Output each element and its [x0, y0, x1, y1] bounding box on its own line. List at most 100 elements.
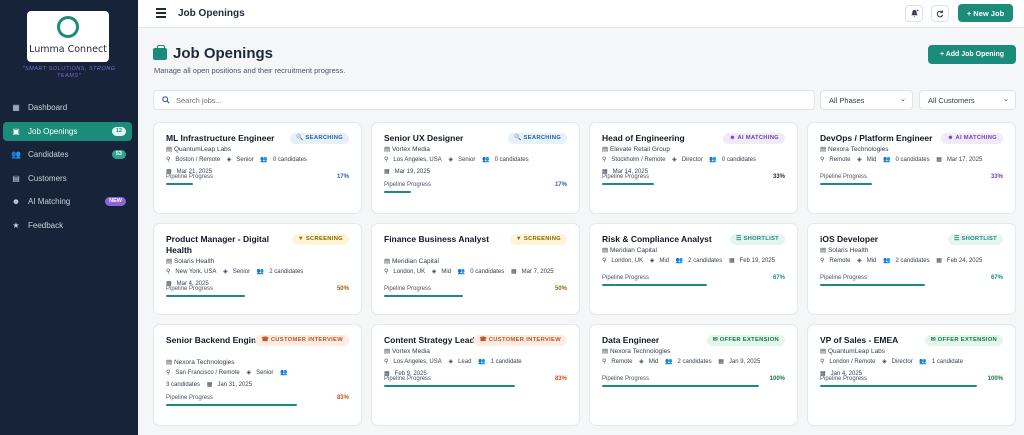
pipeline-value: 83	[554, 376, 562, 382]
job-meta: ⚲ Remote ◈ Mid 👥 2 candidates ▦ Feb 24, 2025	[820, 255, 1010, 267]
status-badge: ▼ SCREENING	[291, 234, 349, 245]
pipeline-value: 100	[769, 376, 780, 382]
job-card[interactable]: iOS Developer ☰ SHORTLIST ▤ Solaris Heal…	[807, 223, 1016, 315]
job-card[interactable]: ML Infrastructure Engineer 🔍 SEARCHING ▤…	[153, 122, 362, 214]
job-level: Mid	[659, 258, 670, 264]
pipeline-label: Pipeline Progress	[820, 376, 868, 382]
phase-select[interactable]: All Phases ⌄	[820, 90, 913, 110]
job-title[interactable]: Product Manager - Digital Health	[166, 234, 291, 256]
candidate-count: 3 candidates	[166, 382, 201, 388]
hamburger-menu-icon[interactable]	[156, 8, 166, 18]
job-card[interactable]: Head of Engineering ☻ AI MATCHING ▤ Elev…	[589, 122, 798, 214]
company-label: Nexora Technologies	[609, 348, 671, 355]
pipeline-progress-bar	[820, 385, 1005, 387]
sidebar-item-feedback[interactable]: ★ Feedback	[3, 216, 132, 235]
pipeline-label: Pipeline Progress	[820, 174, 868, 180]
job-card[interactable]: Product Manager - Digital Health ▼ SCREE…	[153, 223, 362, 315]
job-location: Boston / Remote	[175, 157, 221, 163]
level-icon: ◈	[672, 157, 677, 163]
status-icon: ✉	[930, 337, 936, 343]
job-card[interactable]: VP of Sales - EMEA ✉ OFFER EXTENSION ▤ Q…	[807, 324, 1016, 426]
job-meta: ⚲ Remote ◈ Mid 👥 2 candidates ▦ Jan 9, 2025	[602, 356, 792, 368]
status-icon: ☰	[954, 236, 960, 242]
search-box[interactable]	[153, 90, 815, 110]
sidebar-item-dashboard[interactable]: ▦ Dashboard	[3, 98, 132, 117]
status-badge: ☎ CUSTOMER INTERVIEW	[255, 335, 349, 346]
pipeline-progress-fill	[820, 183, 872, 185]
company-name: ▤ Elevate Retail Group	[602, 145, 670, 153]
job-level: Mid	[648, 359, 659, 365]
app-name: Lumma Connect	[29, 44, 107, 55]
new-job-button[interactable]: + New Job	[958, 4, 1013, 22]
company-label: Solaris Health	[173, 258, 215, 265]
building-icon: ▤	[166, 359, 174, 366]
job-level: Senior	[458, 157, 476, 163]
job-card[interactable]: Finance Business Analyst ▼ SCREENING ▤ M…	[371, 223, 580, 315]
page-title-text: Job Openings	[173, 45, 274, 62]
status-icon: ☰	[736, 236, 742, 242]
company-label: Elevate Retail Group	[609, 146, 670, 153]
pipeline-value: 67	[772, 275, 780, 281]
app-logo[interactable]: Lumma Connect	[27, 11, 109, 62]
add-job-opening-button[interactable]: + Add Job Opening	[928, 45, 1016, 64]
job-title[interactable]: ML Infrastructure Engineer	[166, 133, 291, 144]
job-card[interactable]: DevOps / Platform Engineer ☻ AI MATCHING…	[807, 122, 1016, 214]
status-icon: ✉	[712, 337, 718, 343]
location-icon: ⚲	[602, 157, 607, 163]
job-meta: ⚲ London, UK ◈ Mid 👥 0 candidates ▦ Mar 7, 2…	[384, 266, 574, 278]
search-input[interactable]	[176, 95, 776, 105]
pipeline-percent: 50%	[554, 286, 567, 292]
job-card[interactable]: Senior UX Designer 🔍 SEARCHING ▤ Vortex …	[371, 122, 580, 214]
nav-count-badge: NEW	[105, 197, 126, 206]
candidate-count: 1 candidate	[931, 359, 963, 365]
robot-icon: ☻	[11, 197, 21, 206]
customer-select[interactable]: All Customers ⌄	[919, 90, 1016, 110]
job-title[interactable]: Risk & Compliance Analyst	[602, 234, 727, 245]
briefcase-icon: ▣	[12, 126, 20, 136]
nav-count-badge: 12	[111, 126, 126, 136]
building-icon: ▤	[602, 247, 610, 254]
page-title: Job Openings	[153, 44, 274, 62]
level-icon: ◈	[649, 258, 655, 264]
job-card[interactable]: Senior Backend Engineer ☎ CUSTOMER INTER…	[153, 324, 362, 426]
pipeline-value: 83	[336, 395, 344, 401]
pipeline-label: Pipeline Progress	[820, 275, 868, 281]
sidebar-item-job-openings[interactable]: ▣ Job Openings 12	[3, 121, 132, 141]
calendar-icon: ▦	[510, 269, 517, 275]
job-location: London, UK	[393, 269, 426, 275]
job-title[interactable]: DevOps / Platform Engineer	[820, 133, 945, 144]
refresh-icon	[936, 9, 944, 17]
job-title[interactable]: Head of Engineering	[602, 133, 727, 144]
pipeline-progress-fill	[166, 183, 193, 185]
candidate-count: 0 candidates	[895, 157, 930, 163]
sidebar-item-ai-matching[interactable]: ☻ AI Matching NEW	[3, 192, 132, 211]
job-card[interactable]: Risk & Compliance Analyst ☰ SHORTLIST ▤ …	[589, 223, 798, 315]
nav-count-badge: 53	[111, 150, 126, 159]
notifications-button[interactable]	[905, 5, 923, 22]
job-card[interactable]: Content Strategy Lead ☎ CUSTOMER INTERVI…	[371, 324, 580, 426]
job-card[interactable]: Data Engineer ✉ OFFER EXTENSION ▤ Nexora…	[589, 324, 798, 426]
candidate-count: 0 candidates	[721, 157, 756, 163]
status-badge: 🔍 SEARCHING	[290, 133, 349, 144]
job-title[interactable]: Finance Business Analyst	[384, 234, 509, 245]
job-level: Mid	[866, 157, 877, 163]
company-label: Nexora Technologies	[173, 359, 235, 366]
job-title[interactable]: iOS Developer	[820, 234, 945, 245]
job-title[interactable]: Senior UX Designer	[384, 133, 509, 144]
sidebar-item-label: Candidates	[28, 150, 69, 159]
pipeline-label: Pipeline Progress	[384, 376, 432, 382]
refresh-button[interactable]	[931, 5, 949, 22]
pipeline-value: 17	[336, 174, 344, 180]
location-icon: ⚲	[384, 157, 389, 163]
topbar-title: Job Openings	[178, 8, 245, 19]
sidebar-item-customers[interactable]: ▤ Customers	[3, 169, 132, 188]
pipeline-progress-fill	[384, 191, 411, 193]
candidate-count: 2 candidates	[688, 258, 723, 264]
pipeline-progress-bar	[602, 284, 787, 286]
job-date: Mar 17, 2025	[946, 157, 983, 163]
company-name: ▤ Vortex Media	[384, 145, 430, 153]
pipeline-progress-bar	[166, 183, 351, 185]
company-name: ▤ Nexora Technologies	[602, 347, 671, 355]
level-icon: ◈	[448, 157, 454, 163]
sidebar-item-candidates[interactable]: 👥 Candidates 53	[3, 145, 132, 164]
